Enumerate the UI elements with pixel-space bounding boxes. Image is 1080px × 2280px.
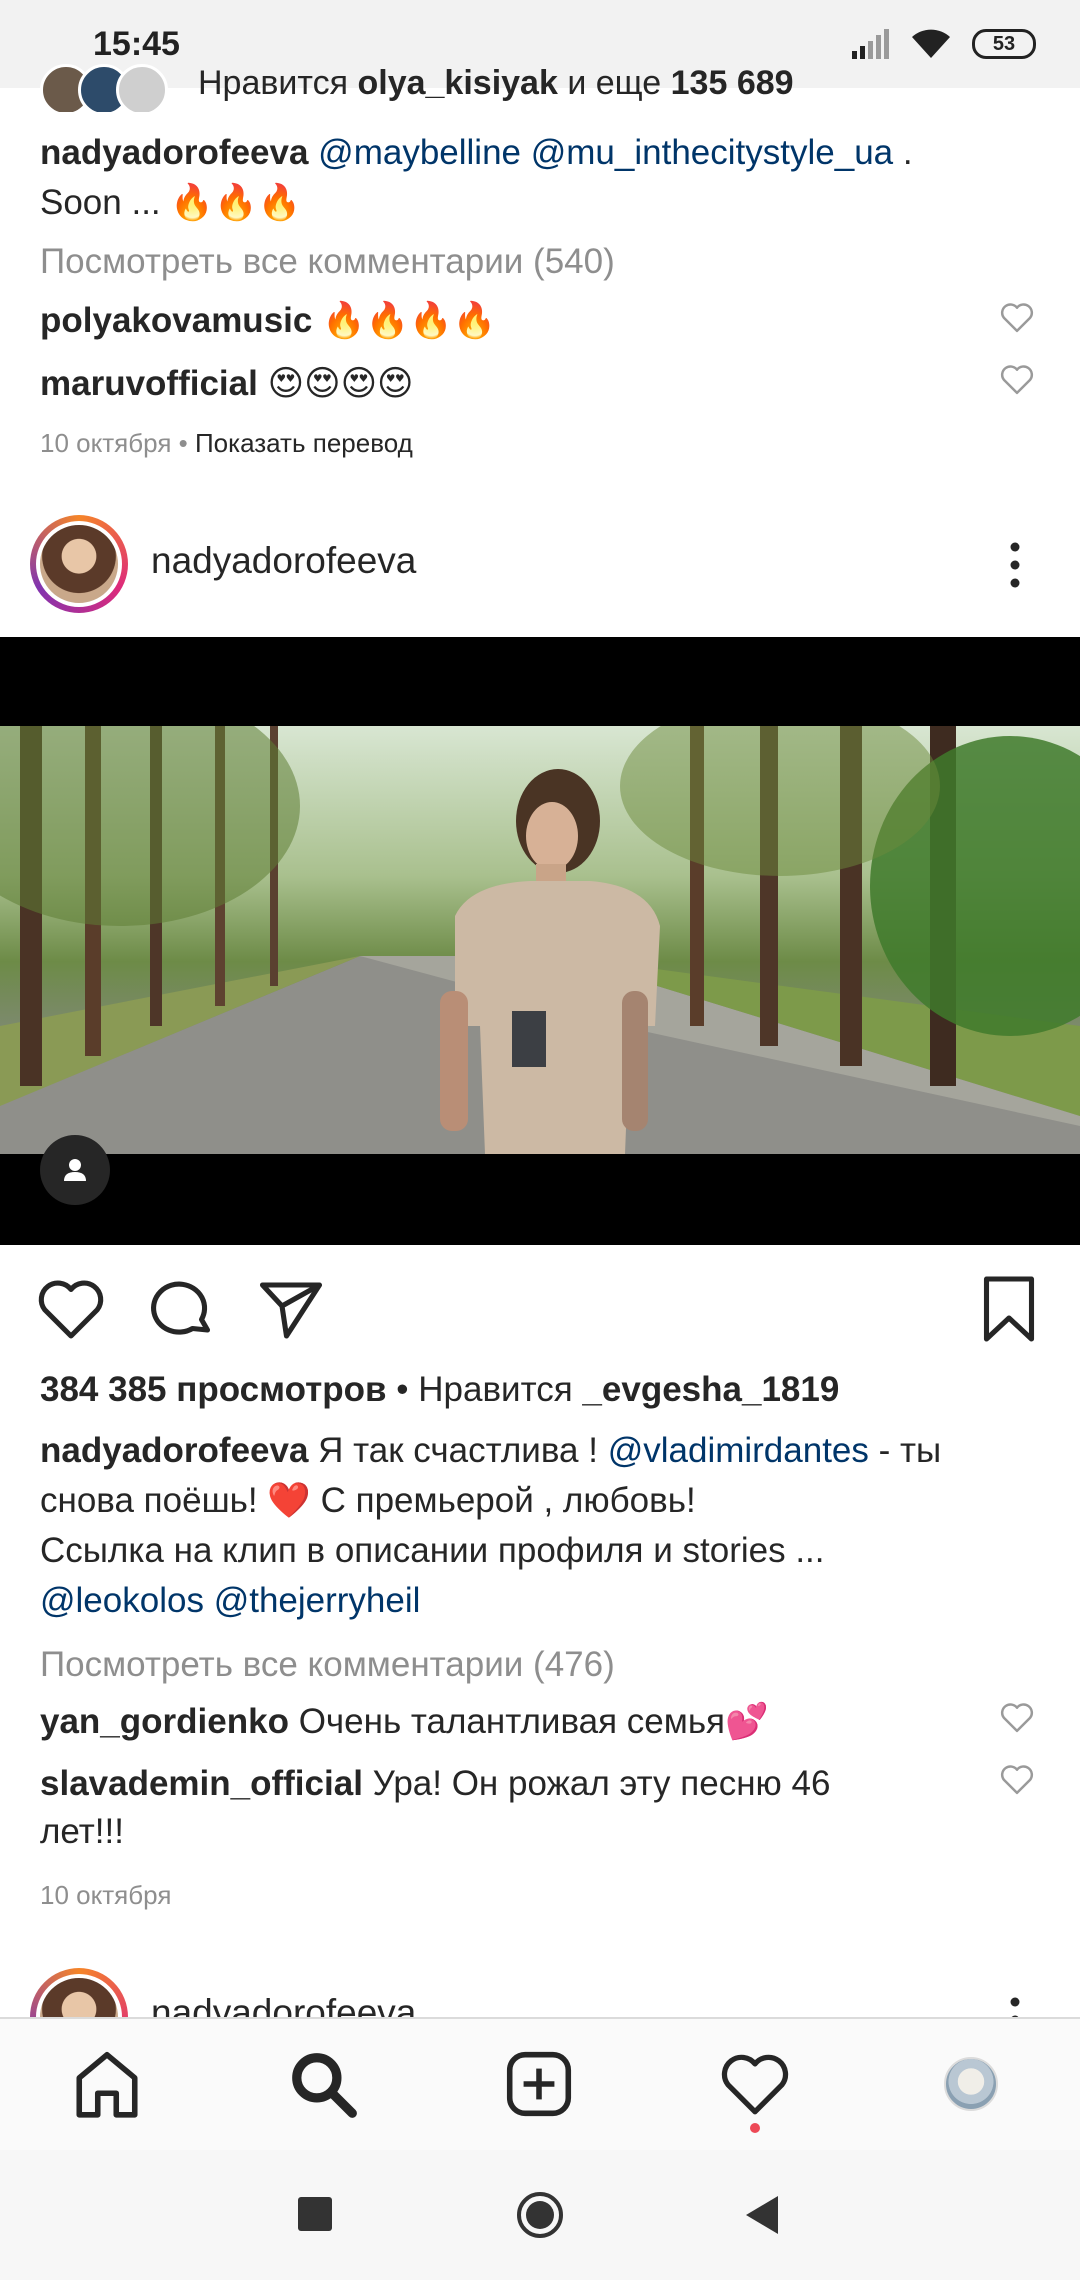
status-icons: 53 xyxy=(850,24,1036,64)
views-count[interactable]: 384 385 просмотров xyxy=(40,1370,387,1409)
previous-post-caption: nadyadorofeeva @maybelline @mu_inthecity… xyxy=(40,128,1050,228)
view-all-comments-link[interactable]: Посмотреть все комментарии (540) xyxy=(40,242,615,282)
comment-username[interactable]: slavademin_official xyxy=(40,1764,363,1803)
recent-apps-icon[interactable] xyxy=(298,2197,332,2231)
views-likes-row: 384 385 просмотров • Нравится _evgesha_1… xyxy=(40,1370,840,1409)
show-translation-link[interactable]: Показать перевод xyxy=(195,428,413,458)
battery-icon: 53 xyxy=(972,29,1036,59)
liker-avatar xyxy=(116,64,168,112)
comment-icon[interactable] xyxy=(146,1273,218,1345)
post-caption: nadyadorofeeva Я так счастлива ! @vladim… xyxy=(40,1426,1050,1626)
post-date: 10 октября xyxy=(40,1880,172,1910)
post-username[interactable]: nadyadorofeeva xyxy=(151,540,416,582)
back-icon[interactable] xyxy=(742,2194,782,2236)
add-post-icon[interactable] xyxy=(502,2047,576,2121)
comment-like-heart-icon[interactable] xyxy=(998,362,1036,396)
tagged-users-button[interactable] xyxy=(40,1135,110,1205)
caption-mention[interactable]: @thejerryheil xyxy=(214,1581,421,1620)
comment-username[interactable]: polyakovamusic xyxy=(40,301,312,340)
caption-line: Ссылка на клип в описании профиля и stor… xyxy=(40,1531,825,1570)
liker-username[interactable]: _evgesha_1819 xyxy=(582,1370,839,1409)
wifi-icon xyxy=(912,29,950,58)
comment-like-heart-icon[interactable] xyxy=(998,1762,1036,1796)
system-navigation-bar xyxy=(0,2150,1080,2280)
post-date: 10 октября xyxy=(40,428,172,458)
save-bookmark-icon[interactable] xyxy=(973,1273,1045,1345)
activity-notification-dot xyxy=(750,2123,760,2133)
comment-row: polyakovamusic 🔥🔥🔥🔥 xyxy=(40,297,496,345)
comment-like-heart-icon[interactable] xyxy=(998,300,1036,334)
caption-mention[interactable]: @leokolos xyxy=(40,1581,204,1620)
bottom-navigation xyxy=(0,2017,1080,2151)
comment-username[interactable]: yan_gordienko xyxy=(40,1702,289,1741)
status-time: 15:45 xyxy=(93,25,180,63)
comment-row: yan_gordienko Очень талантливая семья💕 xyxy=(40,1698,769,1746)
caption-mention[interactable]: @maybelline xyxy=(318,133,521,172)
video-frame[interactable] xyxy=(0,726,1080,1154)
more-options-icon[interactable] xyxy=(1000,540,1030,590)
caption-mention[interactable]: @mu_inthecitystyle_ua xyxy=(531,133,893,172)
liker-username[interactable]: olya_kisiyak xyxy=(357,64,557,102)
comment-text: лет!!! xyxy=(40,1812,124,1851)
liker-avatars xyxy=(40,64,168,112)
previous-post-likes[interactable]: Нравится olya_kisiyak и еще 135 689 xyxy=(40,60,1040,112)
caption-line: Soon ... 🔥🔥🔥 xyxy=(40,183,302,222)
likes-count[interactable]: 135 689 xyxy=(671,64,794,102)
battery-level: 53 xyxy=(992,32,1016,55)
home-icon[interactable] xyxy=(70,2047,144,2121)
profile-avatar[interactable] xyxy=(944,2057,998,2111)
activity-heart-icon[interactable] xyxy=(718,2047,792,2121)
search-icon[interactable] xyxy=(286,2047,360,2121)
comment-row: maruvofficial 😍😍😍😍 xyxy=(40,360,414,408)
caption-line: снова поёшь! ❤️ С премьерой , любовь! xyxy=(40,1481,696,1520)
caption-username[interactable]: nadyadorofeeva xyxy=(40,1431,308,1470)
forest-road-scene xyxy=(0,726,1080,1154)
comment-text: Очень талантливая семья💕 xyxy=(298,1702,769,1741)
comment-username[interactable]: maruvofficial xyxy=(40,364,258,403)
caption-mention[interactable]: @vladimirdantes xyxy=(608,1431,869,1470)
caption-username[interactable]: nadyadorofeeva xyxy=(40,133,308,172)
view-all-comments-link[interactable]: Посмотреть все комментарии (476) xyxy=(40,1645,615,1685)
avatar[interactable] xyxy=(36,521,122,607)
comment-text: 😍😍😍😍 xyxy=(267,364,414,403)
comment-text: 🔥🔥🔥🔥 xyxy=(322,301,497,340)
previous-post-likes-text: Нравится olya_kisiyak и еще 135 689 xyxy=(198,64,794,102)
comment-like-heart-icon[interactable] xyxy=(998,1700,1036,1734)
home-circle-icon[interactable] xyxy=(515,2190,565,2240)
post-meta: 10 октября • Показать перевод xyxy=(40,428,413,458)
comment-row: slavademin_official Ура! Он рожал эту пе… xyxy=(40,1760,940,1856)
signal-icon xyxy=(852,29,889,59)
comment-text: Ура! Он рожал эту песню 46 xyxy=(372,1764,831,1803)
user-icon xyxy=(64,1159,86,1181)
like-heart-icon[interactable] xyxy=(35,1273,107,1345)
share-direct-icon[interactable] xyxy=(255,1273,327,1345)
